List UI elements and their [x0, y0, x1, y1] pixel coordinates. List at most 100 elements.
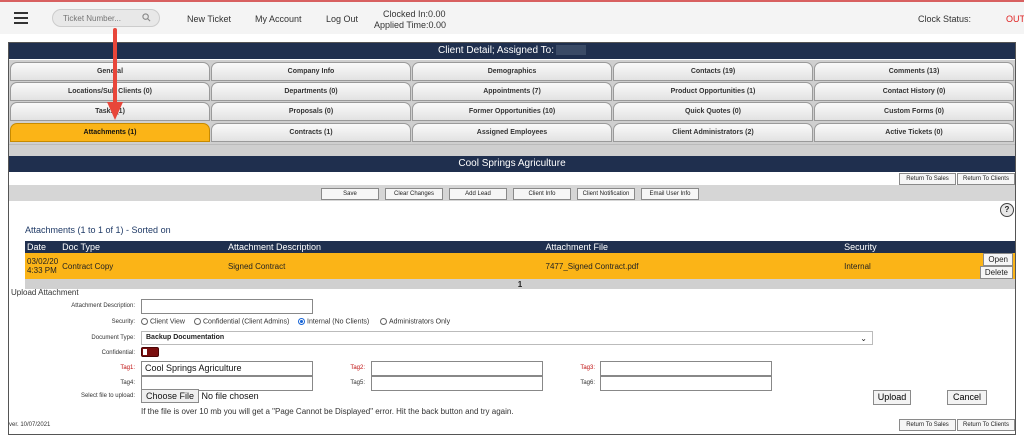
tag5-label: Tag5:	[350, 380, 365, 386]
radio-checked-icon	[298, 318, 305, 325]
return-to-clients-button[interactable]: Return To Clients	[957, 173, 1015, 185]
radio-icon	[141, 318, 148, 325]
return-to-sales-button[interactable]: Return To Sales	[899, 173, 956, 185]
col-security[interactable]: Security	[842, 241, 953, 253]
tab-demographics[interactable]: Demographics	[412, 62, 612, 81]
upload-button[interactable]: Upload	[873, 390, 911, 405]
tag4-label: Tag4:	[120, 380, 135, 386]
col-actions	[953, 241, 1015, 253]
search-icon[interactable]	[142, 13, 151, 22]
tab-assigned-employees[interactable]: Assigned Employees	[412, 123, 612, 142]
tab-contact-history[interactable]: Contact History (0)	[814, 82, 1014, 101]
clock-status-value: OUT	[1006, 14, 1024, 24]
tab-quick-quotes[interactable]: Quick Quotes (0)	[613, 102, 813, 121]
tag3-input[interactable]	[600, 361, 772, 376]
return-to-clients-button-bottom[interactable]: Return To Clients	[957, 419, 1015, 431]
col-attachment-file[interactable]: Attachment File	[543, 241, 843, 253]
security-label: Security:	[111, 319, 135, 325]
security-administrators-only[interactable]: Administrators Only	[380, 318, 450, 325]
date-line1: 03/02/20	[27, 257, 59, 266]
tab-contracts[interactable]: Contracts (1)	[211, 123, 411, 142]
col-attachment-description[interactable]: Attachment Description	[225, 241, 544, 253]
security-client-view[interactable]: Client View	[141, 318, 185, 325]
radio-label: Internal (No Clients)	[307, 318, 370, 326]
email-user-info-button[interactable]: Email User Info	[641, 188, 699, 200]
menu-icon[interactable]	[14, 12, 28, 24]
tag6-input[interactable]	[600, 376, 772, 391]
col-date[interactable]: Date	[25, 241, 61, 253]
clock-info: Clocked In:0.00 Applied Time:0.00	[374, 9, 446, 31]
client-info-button[interactable]: Client Info	[513, 188, 571, 200]
client-notification-button[interactable]: Client Notification	[577, 188, 635, 200]
tag2-input[interactable]	[371, 361, 543, 376]
table-row: 03/02/20 4:33 PM Contract Copy Signed Con…	[25, 253, 1015, 279]
tag1-input[interactable]: Cool Springs Agriculture	[141, 361, 313, 376]
cancel-button[interactable]: Cancel	[947, 390, 987, 405]
radio-label: Client View	[150, 318, 185, 326]
security-internal[interactable]: Internal (No Clients)	[298, 318, 369, 325]
page-number[interactable]: 1	[25, 279, 1015, 289]
tab-strip	[9, 144, 1015, 156]
add-lead-button[interactable]: Add Lead	[449, 188, 507, 200]
annotation-arrow-icon	[107, 28, 123, 120]
doctype-label: Document Type:	[91, 335, 135, 341]
cell-description: Signed Contract	[225, 253, 544, 279]
open-button[interactable]: Open	[983, 253, 1013, 266]
cell-actions: Open Delete	[953, 253, 1015, 279]
choose-file-button[interactable]: Choose File	[141, 389, 200, 403]
tab-attachments[interactable]: Attachments (1)	[10, 123, 210, 142]
confidential-label: Confidential:	[101, 350, 135, 356]
tab-client-administrators[interactable]: Client Administrators (2)	[613, 123, 813, 142]
client-name-bar: Cool Springs Agriculture	[9, 156, 1015, 172]
attachment-description-input[interactable]	[141, 299, 313, 314]
clear-changes-button[interactable]: Clear Changes	[385, 188, 443, 200]
cell-date: 03/02/20 4:33 PM	[25, 253, 61, 279]
tag2-label: Tag2:	[350, 365, 365, 371]
tag6-label: Tag6:	[580, 380, 595, 386]
tab-former-opportunities[interactable]: Former Opportunities (10)	[412, 102, 612, 121]
redacted-assignee	[556, 45, 586, 56]
no-file-text: No file chosen	[201, 391, 259, 401]
security-confidential[interactable]: Confidential (Client Admins)	[194, 318, 289, 325]
tag3-label: Tag3:	[580, 365, 595, 371]
radio-icon	[194, 318, 201, 325]
attachments-table: Date Doc Type Attachment Description Att…	[25, 241, 1015, 289]
tab-company-info[interactable]: Company Info	[211, 62, 411, 81]
file-size-note: If the file is over 10 mb you will get a…	[141, 407, 514, 416]
file-chooser: Choose File No file chosen	[141, 389, 259, 403]
radio-label: Confidential (Client Admins)	[203, 318, 290, 326]
tab-product-opportunities[interactable]: Product Opportunities (1)	[613, 82, 813, 101]
tab-appointments[interactable]: Appointments (7)	[412, 82, 612, 101]
client-detail-frame: Client Detail; Assigned To: General Comp…	[8, 42, 1016, 435]
clocked-in: Clocked In:0.00	[383, 9, 446, 19]
delete-button[interactable]: Delete	[979, 266, 1013, 279]
client-detail-title: Client Detail; Assigned To:	[9, 43, 1015, 59]
ticket-search[interactable]	[52, 9, 160, 27]
cell-security: Internal	[842, 253, 953, 279]
cell-file: 7477_Signed Contract.pdf	[543, 253, 843, 279]
log-out-link[interactable]: Log Out	[326, 14, 358, 24]
tab-departments[interactable]: Departments (0)	[211, 82, 411, 101]
col-doc-type[interactable]: Doc Type	[60, 241, 226, 253]
tag1-label: Tag1:	[120, 365, 135, 371]
version-label: ver. 10/07/2021	[9, 422, 51, 428]
save-button[interactable]: Save	[321, 188, 379, 200]
document-type-select[interactable]: Backup Documentation ⌄	[141, 331, 873, 345]
tab-active-tickets[interactable]: Active Tickets (0)	[814, 123, 1014, 142]
upload-attachment-title: Upload Attachment	[11, 288, 79, 297]
help-icon[interactable]: ?	[1000, 203, 1014, 217]
tab-custom-forms[interactable]: Custom Forms (0)	[814, 102, 1014, 121]
tag5-input[interactable]	[371, 376, 543, 391]
tab-proposals[interactable]: Proposals (0)	[211, 102, 411, 121]
clock-status-label: Clock Status:	[918, 14, 972, 24]
tab-contacts[interactable]: Contacts (19)	[613, 62, 813, 81]
top-bar: New Ticket My Account Log Out Clocked In…	[0, 0, 1024, 34]
return-to-sales-button-bottom[interactable]: Return To Sales	[899, 419, 956, 431]
tab-comments[interactable]: Comments (13)	[814, 62, 1014, 81]
client-tabs: General Company Info Demographics Contac…	[9, 60, 1015, 144]
new-ticket-link[interactable]: New Ticket	[187, 14, 231, 24]
confidential-toggle[interactable]	[141, 347, 159, 357]
my-account-link[interactable]: My Account	[255, 14, 302, 24]
ticket-search-input[interactable]	[63, 12, 141, 24]
chevron-down-icon: ⌄	[860, 334, 867, 343]
